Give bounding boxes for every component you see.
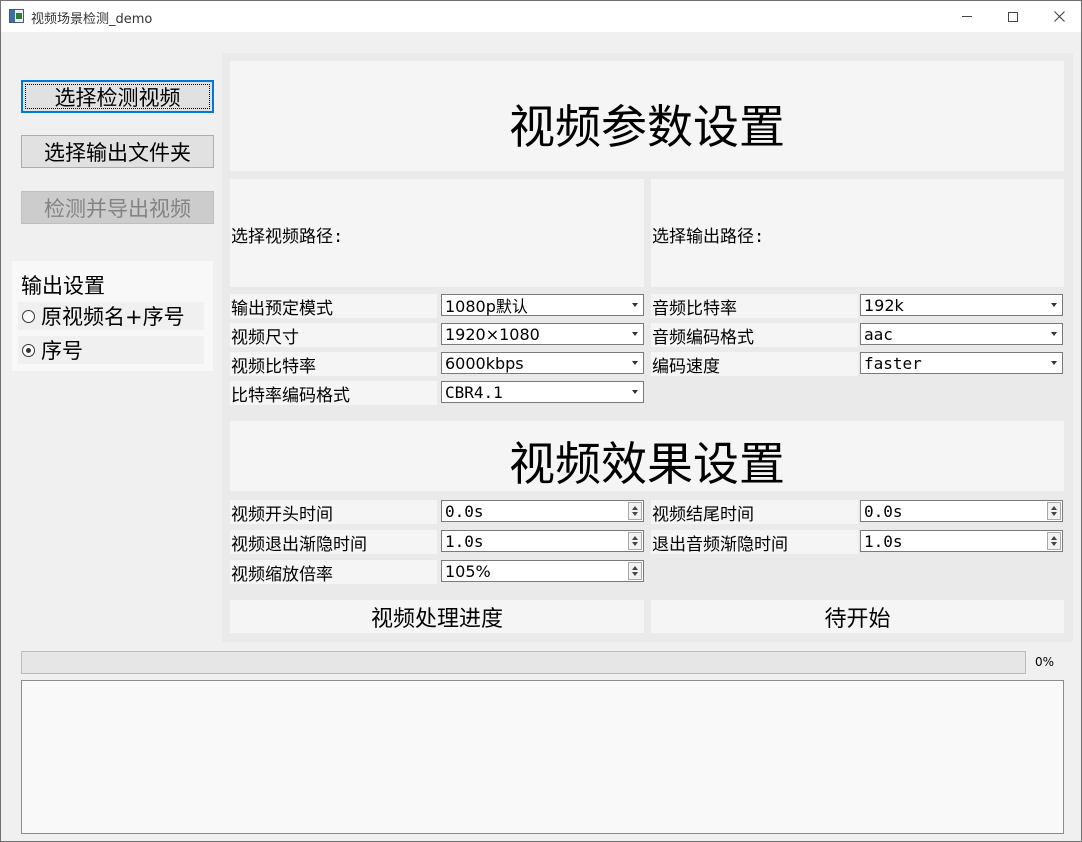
input-path-label: 选择视频路径: <box>231 227 344 247</box>
chevron-down-icon <box>627 324 643 344</box>
radio-unchecked-icon <box>22 309 35 323</box>
video-fade-value: 1.0s <box>445 531 484 551</box>
spin-arrows-icon[interactable] <box>628 562 642 580</box>
select-video-button[interactable]: 选择检测视频 <box>21 80 214 113</box>
audio-bitrate-label: 音频比特率 <box>651 294 858 319</box>
output-preset-row: 输出预定模式 1080p默认 <box>230 294 644 319</box>
audio-bitrate-value: 192k <box>864 295 904 315</box>
video-size-label: 视频尺寸 <box>230 323 437 348</box>
radio-index-only[interactable]: 序号 <box>18 336 204 364</box>
video-start-value: 0.0s <box>445 501 484 521</box>
audio-codec-label: 音频编码格式 <box>651 323 858 348</box>
encode-speed-row: 编码速度 faster <box>651 352 1064 377</box>
radio-checked-icon <box>22 343 35 357</box>
video-start-spinbox[interactable]: 0.0s <box>441 500 644 522</box>
output-preset-value: 1080p默认 <box>445 297 528 316</box>
chevron-down-icon <box>1046 353 1062 373</box>
output-preset-select[interactable]: 1080p默认 <box>441 294 644 316</box>
maximize-button[interactable] <box>990 1 1036 32</box>
audio-bitrate-select[interactable]: 192k <box>860 294 1063 316</box>
action-panel: 选择检测视频 选择输出文件夹 检测并导出视频 <box>12 64 221 250</box>
video-fade-label: 视频退出渐隐时间 <box>230 530 437 555</box>
window-title: 视频场景检测_demo <box>31 12 153 27</box>
video-zoom-value: 105% <box>445 561 491 581</box>
spin-arrows-icon[interactable] <box>628 502 642 520</box>
video-end-label: 视频结尾时间 <box>651 500 858 525</box>
close-icon <box>1053 11 1065 22</box>
audio-fade-row: 退出音频渐隐时间 1.0s <box>651 530 1064 555</box>
bitrate-encoding-row: 比特率编码格式 CBR4.1 <box>230 381 644 406</box>
chevron-down-icon <box>1046 324 1062 344</box>
maximize-icon <box>1008 11 1018 22</box>
bitrate-encoding-label: 比特率编码格式 <box>230 381 437 406</box>
radio-original-name-plus-index[interactable]: 原视频名+序号 <box>18 302 204 330</box>
bitrate-encoding-select[interactable]: CBR4.1 <box>441 381 644 403</box>
select-output-folder-button[interactable]: 选择输出文件夹 <box>21 135 214 168</box>
output-preset-label: 输出预定模式 <box>230 294 437 319</box>
chevron-down-icon <box>627 353 643 373</box>
video-fade-spinbox[interactable]: 1.0s <box>441 530 644 552</box>
input-path-panel: 选择视频路径: <box>230 179 644 287</box>
audio-codec-row: 音频编码格式 aac <box>651 323 1064 348</box>
radio-label: 序号 <box>41 339 83 363</box>
video-bitrate-value: 6000kbps <box>445 353 524 373</box>
video-size-select[interactable]: 1920×1080 <box>441 323 644 345</box>
chevron-down-icon <box>627 382 643 402</box>
progress-bar <box>21 651 1026 674</box>
minimize-icon <box>962 16 972 17</box>
output-path-label: 选择输出路径: <box>652 227 765 247</box>
app-icon <box>9 9 24 23</box>
audio-fade-spinbox[interactable]: 1.0s <box>860 530 1063 552</box>
spin-arrows-icon[interactable] <box>1047 502 1061 520</box>
encode-speed-value: faster <box>864 353 922 373</box>
spin-arrows-icon[interactable] <box>1047 532 1061 550</box>
settings-area: 视频参数设置 选择视频路径: 选择输出路径: 输出预定模式 1080p默认 视频… <box>222 53 1073 642</box>
progress-status: 待开始 <box>651 600 1064 633</box>
close-button[interactable] <box>1036 1 1081 32</box>
video-size-value: 1920×1080 <box>445 324 540 344</box>
video-bitrate-row: 视频比特率 6000kbps <box>230 352 644 377</box>
video-effects-title: 视频效果设置 <box>509 437 785 491</box>
output-settings-title: 输出设置 <box>21 274 105 298</box>
video-bitrate-select[interactable]: 6000kbps <box>441 352 644 374</box>
encode-speed-select[interactable]: faster <box>860 352 1063 374</box>
log-output[interactable] <box>21 680 1064 834</box>
progress-percent: 0% <box>1035 655 1055 669</box>
detect-export-button[interactable]: 检测并导出视频 <box>21 191 214 224</box>
video-fade-row: 视频退出渐隐时间 1.0s <box>230 530 644 555</box>
title-bar: 视频场景检测_demo <box>1 1 1081 32</box>
output-settings-group: 输出设置 原视频名+序号 序号 <box>12 261 213 371</box>
output-path-panel: 选择输出路径: <box>651 179 1064 287</box>
video-end-spinbox[interactable]: 0.0s <box>860 500 1063 522</box>
progress-label: 视频处理进度 <box>230 600 644 633</box>
video-end-row: 视频结尾时间 0.0s <box>651 500 1064 525</box>
video-zoom-row: 视频缩放倍率 105% <box>230 560 644 585</box>
audio-fade-value: 1.0s <box>864 531 903 551</box>
video-zoom-spinbox[interactable]: 105% <box>441 560 644 582</box>
video-params-title: 视频参数设置 <box>509 100 785 154</box>
minimize-button[interactable] <box>944 1 990 32</box>
bitrate-encoding-value: CBR4.1 <box>445 382 503 402</box>
chevron-down-icon <box>1046 295 1062 315</box>
video-start-label: 视频开头时间 <box>230 500 437 525</box>
video-size-row: 视频尺寸 1920×1080 <box>230 323 644 348</box>
chevron-down-icon <box>627 295 643 315</box>
radio-label: 原视频名+序号 <box>41 305 185 329</box>
video-start-row: 视频开头时间 0.0s <box>230 500 644 525</box>
audio-codec-value: aac <box>864 324 893 344</box>
video-effects-header: 视频效果设置 <box>230 421 1064 491</box>
app-window: 视频场景检测_demo 选择检测视频 选择输出文件夹 检测并导出视频 输出设置 … <box>0 0 1082 842</box>
audio-codec-select[interactable]: aac <box>860 323 1063 345</box>
spin-arrows-icon[interactable] <box>628 532 642 550</box>
audio-bitrate-row: 音频比特率 192k <box>651 294 1064 319</box>
video-zoom-label: 视频缩放倍率 <box>230 560 437 585</box>
video-params-header: 视频参数设置 <box>230 61 1064 171</box>
encode-speed-label: 编码速度 <box>651 352 858 377</box>
video-bitrate-label: 视频比特率 <box>230 352 437 377</box>
video-end-value: 0.0s <box>864 501 903 521</box>
audio-fade-label: 退出音频渐隐时间 <box>651 530 858 555</box>
